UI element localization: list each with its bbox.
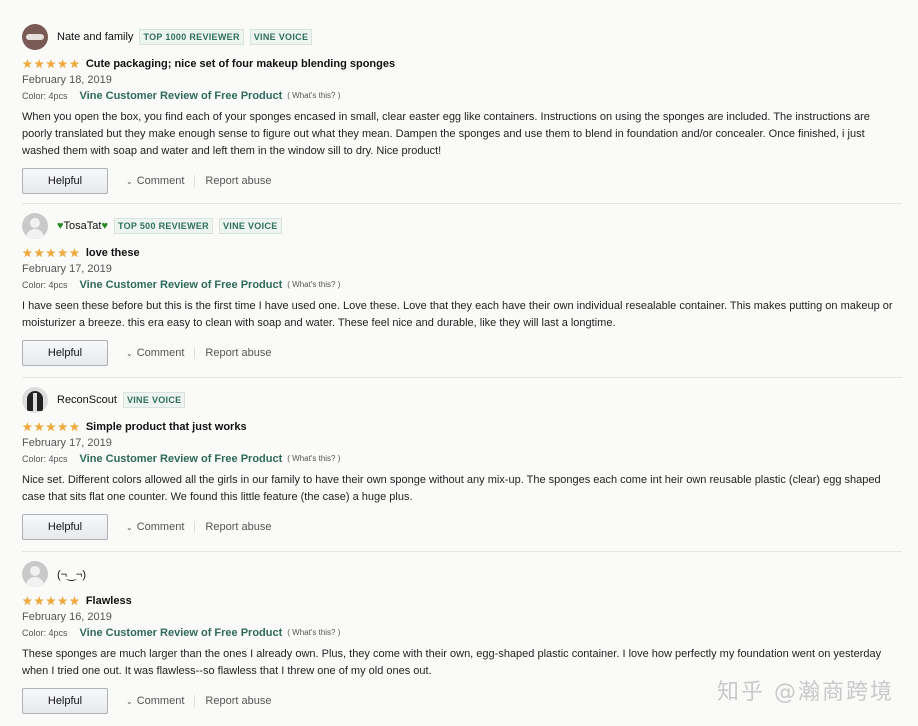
- review-body: I have seen these before but this is the…: [22, 300, 893, 329]
- comment-link[interactable]: ⌄ Comment: [126, 175, 184, 187]
- report-abuse-link[interactable]: Report abuse: [205, 521, 271, 533]
- star-icon: ★: [69, 594, 80, 608]
- review-header: (¬‿¬): [22, 559, 902, 589]
- review-card: ♥TosaTat♥ TOP 500 REVIEWER VINE VOICE ★ ★…: [22, 211, 902, 366]
- star-icon: ★: [22, 420, 33, 434]
- reviewer-badge: TOP 1000 REVIEWER: [139, 29, 244, 45]
- star-rating: ★ ★ ★ ★ ★: [22, 421, 80, 433]
- reviewer-badge: TOP 500 REVIEWER: [113, 218, 213, 234]
- vine-label: Vine Customer Review of Free Product: [79, 279, 283, 291]
- star-rating: ★ ★ ★ ★ ★: [22, 58, 80, 70]
- star-icon: ★: [69, 246, 80, 260]
- review-card: ReconScout VINE VOICE ★ ★ ★ ★ ★ Simple produ…: [22, 385, 902, 540]
- report-abuse-link[interactable]: Report abuse: [205, 175, 271, 187]
- divider: [194, 347, 196, 359]
- report-abuse-link[interactable]: Report abuse: [205, 347, 271, 359]
- watermark: 知乎 @瀚商跨境: [717, 680, 894, 705]
- reviewer-name[interactable]: (¬‿¬): [57, 568, 86, 581]
- reviewer-name[interactable]: ReconScout: [57, 394, 117, 406]
- avatar[interactable]: [22, 24, 48, 50]
- comment-label: Comment: [136, 695, 185, 707]
- comment-label: Comment: [136, 521, 185, 533]
- comment-link[interactable]: ⌄ Comment: [126, 521, 184, 533]
- star-icon: ★: [33, 246, 45, 260]
- whats-this-link[interactable]: ( What's this? ): [287, 277, 340, 293]
- vine-label: Vine Customer Review of Free Product: [79, 90, 283, 102]
- review-body: When you open the box, you find each of …: [22, 111, 870, 157]
- star-icon: ★: [69, 57, 80, 71]
- star-icon: ★: [45, 420, 57, 434]
- comment-label: Comment: [136, 175, 185, 187]
- divider: [194, 695, 196, 707]
- comment-link[interactable]: ⌄ Comment: [126, 695, 184, 707]
- review-title[interactable]: Cute packaging; nice set of four makeup …: [86, 58, 395, 70]
- reviewer-name[interactable]: ♥TosaTat♥: [57, 220, 108, 232]
- chevron-down-icon: ⌄: [126, 696, 133, 706]
- divider: [22, 377, 902, 378]
- star-icon: ★: [45, 57, 57, 71]
- chevron-down-icon: ⌄: [126, 176, 133, 186]
- review-date: February 16, 2019: [22, 611, 112, 623]
- reviewer-name[interactable]: Nate and family: [57, 31, 133, 43]
- review-header: ReconScout VINE VOICE: [22, 385, 902, 415]
- whats-this-link[interactable]: ( What's this? ): [287, 88, 340, 104]
- star-rating: ★ ★ ★ ★ ★: [22, 595, 80, 607]
- star-icon: ★: [57, 420, 69, 434]
- product-variant[interactable]: Color: 4pcs: [22, 625, 68, 641]
- star-icon: ★: [33, 420, 45, 434]
- star-icon: ★: [22, 246, 33, 260]
- star-icon: ★: [45, 246, 57, 260]
- helpful-button[interactable]: Helpful: [22, 340, 108, 366]
- star-icon: ★: [22, 57, 33, 71]
- reviewer-badge: VINE VOICE: [218, 218, 282, 234]
- helpful-button[interactable]: Helpful: [22, 514, 108, 540]
- divider: [194, 175, 196, 187]
- star-icon: ★: [45, 594, 57, 608]
- chevron-down-icon: ⌄: [126, 522, 133, 532]
- product-variant[interactable]: Color: 4pcs: [22, 451, 68, 467]
- star-icon: ★: [57, 246, 69, 260]
- star-icon: ★: [57, 57, 69, 71]
- avatar[interactable]: [22, 213, 48, 239]
- report-abuse-link[interactable]: Report abuse: [205, 695, 271, 707]
- review-card: Nate and family TOP 1000 REVIEWER VINE V…: [22, 22, 902, 194]
- review-body: Nice set. Different colors allowed all t…: [22, 474, 881, 503]
- vine-label: Vine Customer Review of Free Product: [79, 453, 283, 465]
- review-date: February 17, 2019: [22, 263, 112, 275]
- whats-this-link[interactable]: ( What's this? ): [287, 451, 340, 467]
- star-icon: ★: [69, 420, 80, 434]
- helpful-button[interactable]: Helpful: [22, 688, 108, 714]
- comment-link[interactable]: ⌄ Comment: [126, 347, 184, 359]
- reviewer-badge: VINE VOICE: [249, 29, 313, 45]
- review-title[interactable]: Simple product that just works: [86, 421, 247, 433]
- chevron-down-icon: ⌄: [126, 348, 133, 358]
- review-title[interactable]: love these: [86, 247, 140, 259]
- divider: [194, 521, 196, 533]
- avatar[interactable]: [22, 561, 48, 587]
- star-rating: ★ ★ ★ ★ ★: [22, 247, 80, 259]
- star-icon: ★: [33, 594, 45, 608]
- review-header: ♥TosaTat♥ TOP 500 REVIEWER VINE VOICE: [22, 211, 902, 241]
- green-heart-icon: ♥: [101, 220, 108, 232]
- review-date: February 18, 2019: [22, 74, 112, 86]
- whats-this-link[interactable]: ( What's this? ): [287, 625, 340, 641]
- divider: [22, 551, 902, 552]
- star-icon: ★: [57, 594, 69, 608]
- star-icon: ★: [22, 594, 33, 608]
- reviewer-badge: VINE VOICE: [122, 392, 186, 408]
- helpful-button[interactable]: Helpful: [22, 168, 108, 194]
- vine-label: Vine Customer Review of Free Product: [79, 627, 283, 639]
- review-date: February 17, 2019: [22, 437, 112, 449]
- comment-label: Comment: [136, 347, 185, 359]
- divider: [22, 203, 902, 204]
- review-header: Nate and family TOP 1000 REVIEWER VINE V…: [22, 22, 902, 52]
- star-icon: ★: [33, 57, 45, 71]
- product-variant[interactable]: Color: 4pcs: [22, 277, 68, 293]
- avatar[interactable]: [22, 387, 48, 413]
- product-variant[interactable]: Color: 4pcs: [22, 88, 68, 104]
- review-title[interactable]: Flawless: [86, 595, 132, 607]
